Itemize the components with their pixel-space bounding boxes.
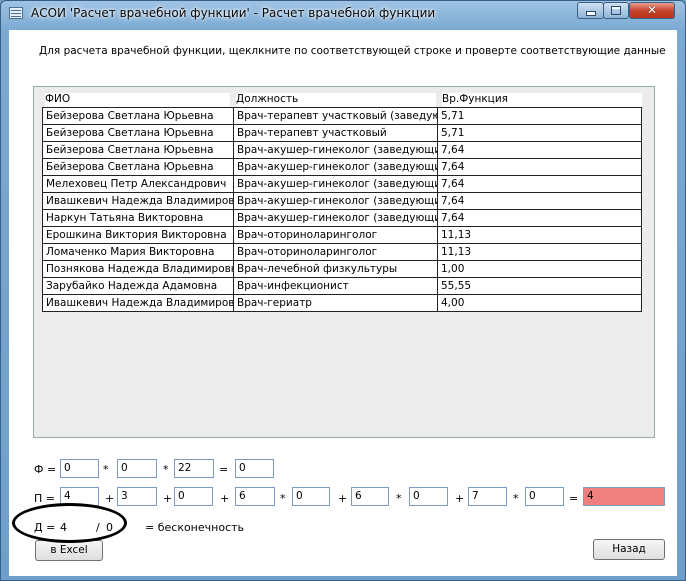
cell-fio[interactable]: Ерошкина Виктория Викторовна xyxy=(42,226,234,244)
cell-function[interactable]: 11,13 xyxy=(437,226,642,244)
pi-input-6[interactable]: 6 xyxy=(351,487,389,506)
cell-fio[interactable]: Познякова Надежда Владимировна xyxy=(42,260,234,278)
table-row[interactable]: Ломаченко Мария Викторовна Врач-оторинола… xyxy=(42,243,642,261)
close-icon: ✕ xyxy=(646,3,658,17)
pi-operator-7: + xyxy=(455,492,465,505)
cell-fio[interactable]: Ивашкевич Надежда Владимировна xyxy=(42,294,234,312)
table-row[interactable]: Бейзерова Светлана Юрьевна Врач-терапевт … xyxy=(42,107,642,125)
cell-function[interactable]: 7,64 xyxy=(437,141,642,159)
pi-result[interactable]: 4 xyxy=(583,487,665,506)
table-row[interactable]: Зарубайко Надежда Адамовна Врач-инфекцион… xyxy=(42,277,642,295)
close-button[interactable]: ✕ xyxy=(629,2,675,19)
cell-position[interactable]: Врач-гериатр xyxy=(233,294,438,312)
annotation-ellipse xyxy=(12,503,127,543)
cell-position[interactable]: Врач-акушер-гинеколог (заведующий) xyxy=(233,192,438,210)
cell-function[interactable]: 7,64 xyxy=(437,209,642,227)
cell-function[interactable]: 11,13 xyxy=(437,243,642,261)
pi-operator-8: * xyxy=(513,492,519,505)
cell-position[interactable]: Врач-акушер-гинеколог (заведующий) xyxy=(233,209,438,227)
window-title: АСОИ 'Расчет врачебной функции' - Расчет… xyxy=(31,6,436,20)
pi-input-8[interactable]: 7 xyxy=(468,487,507,506)
cell-position[interactable]: Врач-терапевт участковый xyxy=(233,124,438,142)
pi-input-7[interactable]: 0 xyxy=(409,487,448,506)
phi-input-3[interactable]: 22 xyxy=(174,459,214,478)
cell-fio[interactable]: Бейзерова Светлана Юрьевна xyxy=(42,107,234,125)
table-row[interactable]: Бейзерова Светлана Юрьевна Врач-акушер-ги… xyxy=(42,141,642,159)
cell-function[interactable]: 55,55 xyxy=(437,277,642,295)
column-header-position[interactable]: Должность xyxy=(236,93,436,107)
cell-fio[interactable]: Ломаченко Мария Викторовна xyxy=(42,243,234,261)
cell-function[interactable]: 7,64 xyxy=(437,175,642,193)
pi-input-3[interactable]: 0 xyxy=(174,487,213,506)
cell-function[interactable]: 5,71 xyxy=(437,107,642,125)
maximize-icon xyxy=(611,6,621,15)
cell-position[interactable]: Врач-терапевт участковый (заведующи xyxy=(233,107,438,125)
pi-input-5[interactable]: 0 xyxy=(292,487,330,506)
table-row[interactable]: Бейзерова Светлана Юрьевна Врач-акушер-ги… xyxy=(42,158,642,176)
cell-fio[interactable]: Бейзерова Светлана Юрьевна xyxy=(42,141,234,159)
main-window: АСОИ 'Расчет врачебной функции' - Расчет… xyxy=(0,0,686,581)
maximize-button[interactable] xyxy=(603,2,629,19)
cell-function[interactable]: 5,71 xyxy=(437,124,642,142)
pi-input-9[interactable]: 0 xyxy=(525,487,564,506)
cell-fio[interactable]: Мелеховец Петр Александрович xyxy=(42,175,234,193)
phi-operator-3: = xyxy=(219,463,229,476)
cell-fio[interactable]: Бейзерова Светлана Юрьевна xyxy=(42,124,234,142)
pi-input-2[interactable]: 3 xyxy=(117,487,157,506)
export-excel-button[interactable]: в Excel xyxy=(35,540,103,561)
cell-position[interactable]: Врач-акушер-гинеколог (заведующий) xyxy=(233,175,438,193)
table-row[interactable]: Наркун Татьяна Викторовна Врач-акушер-гин… xyxy=(42,209,642,227)
instruction-text: Для расчета врачебной функции, щеклкните… xyxy=(39,45,666,57)
cell-function[interactable]: 1,00 xyxy=(437,260,642,278)
cell-fio[interactable]: Наркун Татьяна Викторовна xyxy=(42,209,234,227)
d-result: = бесконечность xyxy=(145,521,245,534)
cell-fio[interactable]: Зарубайко Надежда Адамовна xyxy=(42,277,234,295)
phi-input-2[interactable]: 0 xyxy=(117,459,157,478)
pi-operator-4: * xyxy=(280,492,286,505)
phi-input-1[interactable]: 0 xyxy=(60,459,99,478)
pi-operator-6: * xyxy=(396,492,402,505)
cell-position[interactable]: Врач-оториноларинголог xyxy=(233,243,438,261)
phi-label: Ф = xyxy=(34,463,57,476)
cell-function[interactable]: 4,00 xyxy=(437,294,642,312)
cell-position[interactable]: Врач-инфекционист xyxy=(233,277,438,295)
app-window-icon xyxy=(9,7,23,19)
data-grid[interactable]: ФИО Должность Вр.Функция Бейзерова Светл… xyxy=(33,86,655,438)
cell-function[interactable]: 7,64 xyxy=(437,192,642,210)
pi-operator-5: + xyxy=(338,492,348,505)
cell-position[interactable]: Врач-лечебной физкультуры xyxy=(233,260,438,278)
minimize-icon xyxy=(585,11,596,16)
minimize-button[interactable] xyxy=(577,2,604,19)
table-row[interactable]: Ивашкевич Надежда Владимировна Врач-гериа… xyxy=(42,294,642,312)
title-bar[interactable]: АСОИ 'Расчет врачебной функции' - Расчет… xyxy=(1,1,685,27)
cell-position[interactable]: Врач-оториноларинголог xyxy=(233,226,438,244)
grid-table: Бейзерова Светлана Юрьевна Врач-терапевт … xyxy=(42,107,642,312)
table-row[interactable]: Бейзерова Светлана Юрьевна Врач-терапевт … xyxy=(42,124,642,142)
cell-fio[interactable]: Ивашкевич Надежда Владимировна xyxy=(42,192,234,210)
table-row[interactable]: Ерошкина Виктория Викторовна Врач-оторино… xyxy=(42,226,642,244)
pi-input-4[interactable]: 6 xyxy=(235,487,275,506)
phi-operator-1: * xyxy=(103,463,109,476)
column-header-fio[interactable]: ФИО xyxy=(45,93,230,107)
pi-operator-1: + xyxy=(105,492,115,505)
table-row[interactable]: Познякова Надежда Владимировна Врач-лечеб… xyxy=(42,260,642,278)
cell-function[interactable]: 7,64 xyxy=(437,158,642,176)
cell-fio[interactable]: Бейзерова Светлана Юрьевна xyxy=(42,158,234,176)
cell-position[interactable]: Врач-акушер-гинеколог (заведующий) xyxy=(233,141,438,159)
table-row[interactable]: Ивашкевич Надежда Владимировна Врач-акуше… xyxy=(42,192,642,210)
back-button[interactable]: Назад xyxy=(593,539,665,560)
pi-operator-9: = xyxy=(569,492,579,505)
pi-operator-2: + xyxy=(163,492,173,505)
phi-operator-2: * xyxy=(163,463,169,476)
client-area: Для расчета врачебной функции, щеклкните… xyxy=(9,30,677,576)
table-row[interactable]: Мелеховец Петр Александрович Врач-акушер-… xyxy=(42,175,642,193)
column-header-function[interactable]: Вр.Функция xyxy=(442,93,642,107)
phi-result[interactable]: 0 xyxy=(235,459,274,478)
cell-position[interactable]: Врач-акушер-гинеколог (заведующий) xyxy=(233,158,438,176)
pi-operator-3: + xyxy=(220,492,230,505)
